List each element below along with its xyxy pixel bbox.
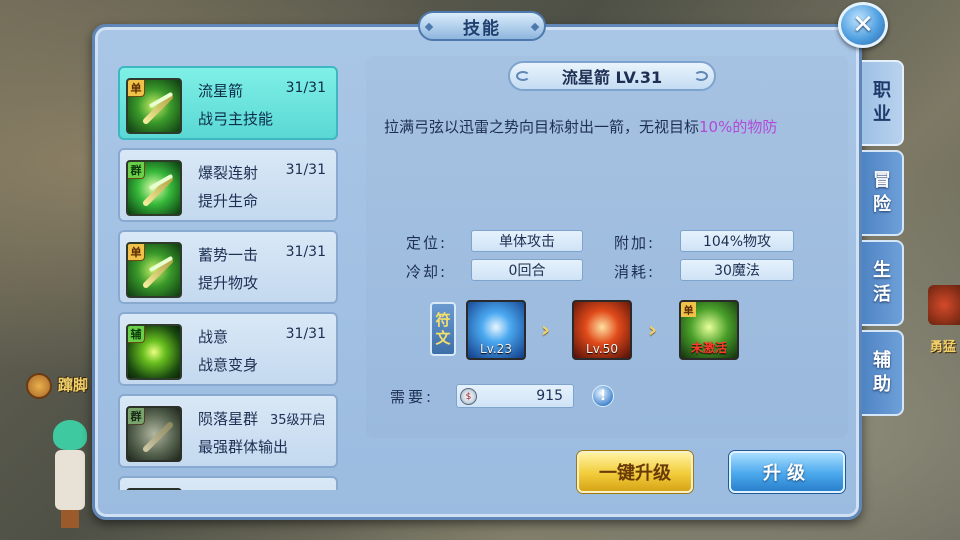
npc-object [928,285,960,325]
skill-level: 31/31 [285,244,326,260]
rune-type-badge: 单 [681,302,696,317]
battle-spirit-icon: 辅 [126,324,182,380]
tab-life[interactable]: 生 活 [862,240,904,326]
tab-label-line-1: 冒 [873,170,891,191]
bow-arrow-icon: 单 [126,78,182,134]
stat-cooldown-value: 0回合 [471,259,583,281]
rune-slot-3[interactable]: 单 未激活 [679,300,739,360]
skill-desc: 最强群体输出 [198,438,289,456]
skill-desc: 提升物攻 [198,274,259,292]
tab-label-line-1: 职 [873,80,891,101]
player-name: 蹿脚 [58,376,89,394]
rune-label-line-1: 符 [435,311,451,329]
tab-label-line-2: 险 [873,194,891,215]
skill-type-badge: 群 [128,162,145,179]
skill-detail-title: 流星箭 LV.31 [508,61,716,91]
skill-type-badge: 辅 [128,326,145,343]
skill-name: 流星箭 [198,82,244,100]
skill-desc: 战弓主技能 [198,110,274,128]
one-click-upgrade-button[interactable]: 一键升级 [577,451,693,493]
tab-label-line-2: 助 [873,374,891,395]
rune-level: 未激活 [690,341,727,355]
charged-strike-icon: 单 [126,242,182,298]
skill-level: 31/31 [285,162,326,178]
skill-description-highlight: 10%的物防 [699,118,778,136]
need-value: 915 [536,388,563,404]
close-icon: ✕ [852,10,874,40]
skill-icon: 单 [126,488,182,490]
ornament-left-icon [516,71,530,81]
coin-icon: $ [460,388,477,405]
close-button[interactable]: ✕ [838,2,888,48]
player-character [50,420,90,530]
burst-shot-icon: 群 [126,160,182,216]
tab-label-line-2: 业 [873,104,891,125]
falling-stars-icon: 群 [126,406,182,462]
chevron-right-icon: › [541,318,551,343]
skill-type-badge: 单 [128,244,145,261]
chevron-right-icon: › [648,318,658,343]
stat-position-value: 单体攻击 [471,230,583,252]
skill-level: 31/31 [285,326,326,342]
skill-item-meteor-arrow[interactable]: 单 流星箭 31/31 战弓主技能 [118,66,338,140]
stat-cost-value: 30魔法 [680,259,794,281]
rune-level: Lv.23 [480,342,512,356]
guild-badge-icon [26,373,52,399]
skill-list[interactable]: 单 流星箭 31/31 战弓主技能 群 爆裂连射 31/31 提升生命 单 蓄势… [114,58,354,490]
rune-level: Lv.50 [586,342,618,356]
skill-unlock-level: 35级开启 [270,413,326,428]
rune-label: 符 文 [430,302,456,356]
skill-item-charged-strike[interactable]: 单 蓄势一击 31/31 提升物攻 [118,230,338,304]
skill-item-partial[interactable]: 单 [118,476,338,490]
skill-item-battle-spirit[interactable]: 辅 战意 31/31 战意变身 [118,312,338,386]
rune-label-line-2: 文 [435,329,451,347]
rune-slot-2[interactable]: Lv.50 [572,300,632,360]
ornament-right-icon [694,71,708,81]
tab-label-line-1: 生 [873,260,891,281]
stat-bonus-label: 附加: [614,234,656,252]
skill-detail-title-text: 流星箭 LV.31 [561,68,663,87]
skill-level: 31/31 [285,80,326,96]
npc-name: 勇猛 [930,340,957,355]
stat-bonus-value: 104%物攻 [680,230,794,252]
stat-position-label: 定位: [406,234,448,252]
tab-profession[interactable]: 职 业 [862,60,904,146]
skill-name: 爆裂连射 [198,164,259,182]
need-label: 需要: [390,388,435,406]
skill-name: 蓄势一击 [198,246,259,264]
upgrade-button[interactable]: 升级 [729,451,845,493]
skill-item-burst-shot[interactable]: 群 爆裂连射 31/31 提升生命 [118,148,338,222]
skill-description: 拉满弓弦以迅雷之势向目标射出一箭，无视目标10%的物防 [384,113,824,141]
tab-adventure[interactable]: 冒 险 [862,150,904,236]
stat-cooldown-label: 冷却: [406,263,448,281]
skill-item-falling-stars[interactable]: 群 陨落星群 35级开启 最强群体输出 [118,394,338,468]
skill-desc: 提升生命 [198,192,259,210]
need-cost-box: $ 915 [456,384,574,408]
rune-slot-1[interactable]: Lv.23 [466,300,526,360]
tab-assist[interactable]: 辅 助 [862,330,904,416]
skill-desc: 战意变身 [198,356,259,374]
skill-name: 陨落星群 [198,410,259,428]
skill-description-text: 拉满弓弦以迅雷之势向目标射出一箭，无视目标 [384,118,700,136]
skill-name: 战意 [198,328,229,346]
skill-type-badge: 群 [128,408,145,425]
stat-cost-label: 消耗: [614,263,656,281]
info-icon[interactable]: ! [592,385,614,407]
window-title: 技能 [418,11,546,41]
skill-type-badge: 单 [128,80,145,97]
tab-label-line-1: 辅 [873,350,891,371]
tab-label-line-2: 活 [873,284,891,305]
